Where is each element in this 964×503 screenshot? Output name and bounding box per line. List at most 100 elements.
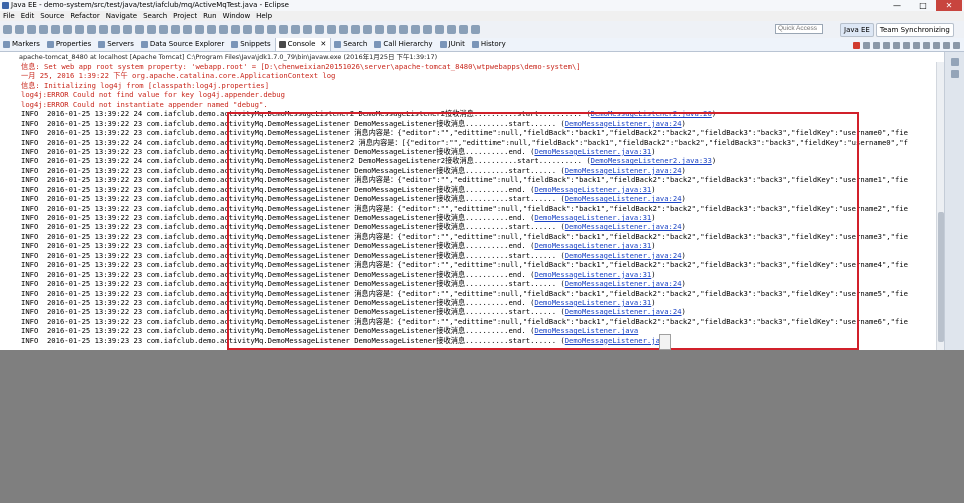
tab-call-hierarchy[interactable]: Call Hierarchy [371, 38, 436, 51]
launch-icon[interactable] [399, 25, 408, 34]
menu-run[interactable]: Run [200, 11, 219, 21]
tab-servers[interactable]: Servers [95, 38, 138, 51]
tab-data-source-explorer[interactable]: Data Source Explorer [138, 38, 228, 51]
source-link[interactable]: DemoMessageListener.java:24 [565, 222, 682, 231]
source-link[interactable]: DemoMessageListener2.java:33 [591, 156, 712, 165]
source-link[interactable]: DemoMessageListener.java:24 [565, 251, 682, 260]
outline-icon[interactable] [951, 58, 959, 66]
markers-icon [3, 41, 10, 48]
source-link[interactable]: DemoMessageListener.java:31 [534, 213, 651, 222]
last-edit-icon[interactable] [231, 25, 240, 34]
save-icon[interactable] [15, 25, 24, 34]
menu-edit[interactable]: Edit [18, 11, 38, 21]
menu-refactor[interactable]: Refactor [67, 11, 102, 21]
menu-search[interactable]: Search [140, 11, 170, 21]
new-server-icon[interactable] [99, 25, 108, 34]
extra-icon[interactable] [471, 25, 480, 34]
menu-navigate[interactable]: Navigate [103, 11, 140, 21]
menu-file[interactable]: File [0, 11, 18, 21]
refresh-icon[interactable] [291, 25, 300, 34]
perspective-java-ee[interactable]: Java EE [840, 23, 874, 37]
toggle-mark-icon[interactable] [243, 25, 252, 34]
spell-icon[interactable] [363, 25, 372, 34]
remove-launch-icon[interactable] [863, 42, 870, 49]
menu-help[interactable]: Help [253, 11, 275, 21]
scroll-lock-icon[interactable] [893, 42, 900, 49]
source-link[interactable]: DemoMessageListener.java:31 [534, 298, 651, 307]
new-class-icon[interactable] [135, 25, 144, 34]
quick-access-input[interactable] [775, 24, 823, 34]
next-annotation-icon[interactable] [171, 25, 180, 34]
new-package-icon[interactable] [123, 25, 132, 34]
web-browser-icon[interactable] [315, 25, 324, 34]
source-link[interactable]: DemoMessageListener.java:24 [565, 307, 682, 316]
history-icon[interactable] [327, 25, 336, 34]
source-link[interactable]: DemoMessageListener.java:31 [534, 185, 651, 194]
source-link[interactable]: DemoMessageListener.ja [565, 336, 660, 345]
nav-icon[interactable] [351, 25, 360, 34]
source-link[interactable]: DemoMessageListener2.java:26 [591, 109, 712, 118]
menu-source[interactable]: Source [37, 11, 67, 21]
run-icon[interactable] [75, 25, 84, 34]
close-button[interactable]: ✕ [936, 0, 962, 11]
terminate-icon[interactable] [853, 42, 860, 49]
server-start-icon[interactable] [411, 25, 420, 34]
remove-all-icon[interactable] [873, 42, 880, 49]
open-console-icon[interactable] [933, 42, 940, 49]
tab-properties[interactable]: Properties [44, 38, 95, 51]
tab-markers[interactable]: Markers [0, 38, 44, 51]
source-link[interactable]: DemoMessageListener.java:31 [534, 270, 651, 279]
word-wrap-icon[interactable] [903, 42, 910, 49]
source-link[interactable]: DemoMessageListener.java:24 [565, 166, 682, 175]
save-all-icon[interactable] [27, 25, 36, 34]
source-link[interactable]: DemoMessageListener.java:31 [534, 147, 651, 156]
pin-console-icon[interactable] [913, 42, 920, 49]
minimize-button[interactable]: — [884, 0, 910, 11]
help-icon[interactable] [447, 25, 456, 34]
tab-junit[interactable]: JUnit [437, 38, 469, 51]
code-icon[interactable] [375, 25, 384, 34]
zoom-icon[interactable] [459, 25, 468, 34]
source-link[interactable]: DemoMessageListener.java:24 [565, 119, 682, 128]
back-icon[interactable] [195, 25, 204, 34]
comment-icon[interactable] [279, 25, 288, 34]
new-java-project-icon[interactable] [111, 25, 120, 34]
tab-history[interactable]: History [469, 38, 510, 51]
clear-console-icon[interactable] [883, 42, 890, 49]
search-icon[interactable] [159, 25, 168, 34]
source-link[interactable]: DemoMessageListener.java:24 [565, 279, 682, 288]
source-link[interactable]: DemoMessageListener.java:24 [565, 194, 682, 203]
sync-icon[interactable] [303, 25, 312, 34]
minimize-view-icon[interactable] [943, 42, 950, 49]
new-icon[interactable] [3, 25, 12, 34]
server-stop-icon[interactable] [423, 25, 432, 34]
log-text: INFO 2016-01-25 13:39:22 23 com.iafclub.… [21, 288, 908, 298]
tab-console[interactable]: Console ✕ [274, 38, 332, 51]
format-icon[interactable] [267, 25, 276, 34]
open-type-icon[interactable] [147, 25, 156, 34]
source-link[interactable]: DemoMessageListener.java [534, 326, 638, 335]
maximize-button[interactable]: □ [910, 0, 936, 11]
perspective-team-synchronizing[interactable]: Team Synchronizing [875, 23, 954, 37]
close-tab-icon[interactable]: ✕ [320, 38, 326, 51]
debug-icon[interactable] [63, 25, 72, 34]
open-perspective-icon[interactable] [339, 25, 348, 34]
forward-icon[interactable] [207, 25, 216, 34]
menu-project[interactable]: Project [170, 11, 200, 21]
menu-window[interactable]: Window [220, 11, 254, 21]
maximize-view-icon[interactable] [953, 42, 960, 49]
print-icon[interactable] [39, 25, 48, 34]
display-console-icon[interactable] [923, 42, 930, 49]
console-output[interactable]: 信息: Set web app root system property: 'w… [0, 62, 936, 350]
tab-search[interactable]: Search [331, 38, 371, 51]
toggle-breadcrumb-icon[interactable] [255, 25, 264, 34]
pin-editor-icon[interactable] [219, 25, 228, 34]
task-list-icon[interactable] [951, 70, 959, 78]
browser-icon[interactable] [435, 25, 444, 34]
external-tools-icon[interactable] [87, 25, 96, 34]
source-link[interactable]: DemoMessageListener.java:31 [534, 241, 651, 250]
misc-icon[interactable] [387, 25, 396, 34]
build-icon[interactable] [51, 25, 60, 34]
tab-snippets[interactable]: Snippets [228, 38, 274, 51]
prev-annotation-icon[interactable] [183, 25, 192, 34]
